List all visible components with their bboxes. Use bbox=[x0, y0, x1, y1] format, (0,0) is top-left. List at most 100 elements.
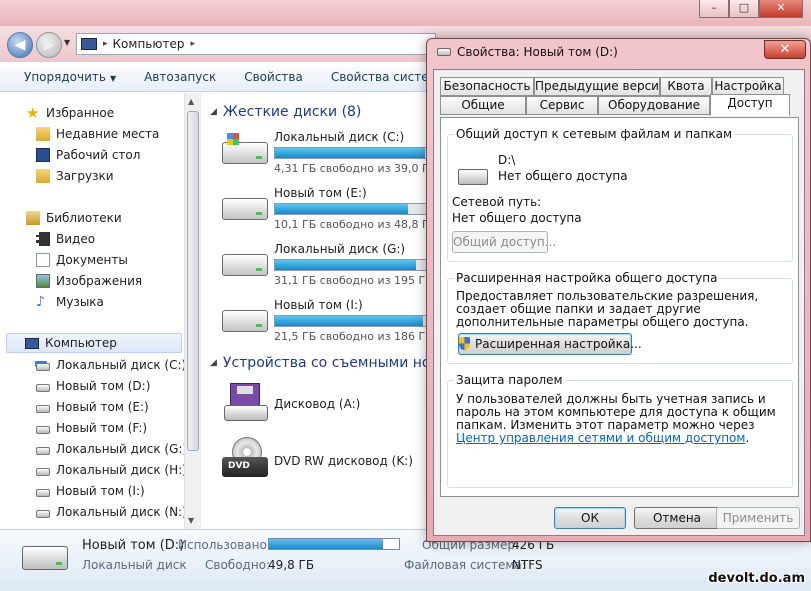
dvd-icon-label: DVD bbox=[228, 461, 250, 471]
tab-previous-versions[interactable]: Предыдущие версии bbox=[534, 77, 667, 96]
drive-tile-c[interactable]: Локальный диск (C:) 4,31 ГБ свободно из … bbox=[220, 130, 432, 182]
nav-drive-g[interactable]: Локальный диск (G:) bbox=[36, 439, 187, 459]
nav-drive-c[interactable]: Локальный диск (C:) bbox=[36, 355, 186, 375]
scroll-down-icon[interactable]: ▼ bbox=[188, 516, 194, 525]
nav-video[interactable]: Видео bbox=[36, 229, 95, 249]
nav-label: Изображения bbox=[56, 274, 143, 288]
nav-recent-places[interactable]: Недавние места bbox=[36, 124, 159, 144]
breadcrumb-computer[interactable]: Компьютер bbox=[113, 37, 185, 51]
nav-libraries[interactable]: Библиотеки bbox=[26, 208, 122, 228]
nav-drive-i[interactable]: Новый том (I:) bbox=[36, 481, 145, 501]
share-status: Нет общего доступа bbox=[498, 169, 628, 183]
organize-button[interactable]: Упорядочить ▼ bbox=[0, 70, 130, 84]
autoplay-button[interactable]: Автозапуск bbox=[130, 70, 230, 84]
drive-name: DVD RW дисковод (K:) bbox=[274, 454, 413, 468]
nav-label: Видео bbox=[56, 232, 96, 246]
address-input[interactable]: ▸ Компьютер ▸ bbox=[76, 33, 436, 55]
tab-sharing[interactable]: Доступ bbox=[710, 94, 790, 116]
minimize-button[interactable]: – bbox=[699, 0, 729, 18]
hdd-group-header[interactable]: ◢ Жесткие диски (8) bbox=[210, 104, 361, 120]
drive-usage-bar bbox=[274, 147, 432, 159]
removable-group-header[interactable]: ◢ Устройства со съемными нос bbox=[210, 355, 432, 371]
nav-documents[interactable]: Документы bbox=[36, 250, 128, 270]
drive-tile-i[interactable]: Новый том (I:) 21,5 ГБ свободно из 186 Г… bbox=[220, 298, 432, 350]
share-button[interactable]: Общий доступ... bbox=[452, 231, 556, 253]
scroll-up-icon[interactable]: ▲ bbox=[188, 97, 194, 106]
drive-icon bbox=[222, 310, 268, 332]
tab-quota[interactable]: Квота bbox=[660, 77, 712, 96]
network-path-value: Нет общего доступа bbox=[452, 211, 582, 225]
drive-tile-k[interactable]: DVD DVD RW дисковод (K:) bbox=[220, 437, 432, 489]
nav-music[interactable]: ♪ Музыка bbox=[36, 292, 104, 312]
nav-drive-d[interactable]: Новый том (D:) bbox=[36, 376, 150, 396]
nav-downloads[interactable]: Загрузки bbox=[36, 166, 114, 186]
drive-icon bbox=[36, 446, 50, 455]
details-fs-label: Файловая система: bbox=[404, 558, 526, 572]
cancel-button[interactable]: Отмена bbox=[634, 507, 720, 529]
drive-icon bbox=[222, 198, 268, 220]
history-dropdown-icon[interactable]: ▼ bbox=[64, 38, 70, 47]
nav-computer[interactable]: Компьютер bbox=[6, 333, 182, 353]
details-fs-value: NTFS bbox=[512, 558, 543, 572]
downloads-folder-icon bbox=[36, 169, 50, 183]
drive-tile-e[interactable]: Новый том (E:) 10,1 ГБ свободно из 48,8 … bbox=[220, 186, 432, 238]
picture-icon bbox=[36, 274, 50, 288]
nav-pictures[interactable]: Изображения bbox=[36, 271, 142, 291]
network-center-link[interactable]: Центр управления сетями и общим доступом bbox=[456, 431, 745, 445]
dialog-titlebar: Свойства: Новый том (D:) bbox=[437, 45, 618, 59]
details-usage-bar bbox=[268, 538, 400, 550]
nav-label: Новый том (D:) bbox=[56, 379, 151, 393]
breadcrumb-separator-icon[interactable]: ▸ bbox=[103, 39, 108, 49]
dialog-close-button[interactable]: ✕ bbox=[764, 40, 806, 59]
nav-desktop[interactable]: Рабочий стол bbox=[36, 145, 140, 165]
ok-button[interactable]: ОК bbox=[554, 507, 626, 529]
dialog-title: Свойства: Новый том (D:) bbox=[457, 45, 618, 59]
drive-icon bbox=[36, 425, 50, 434]
advanced-sharing-button[interactable]: Расширенная настройка... bbox=[458, 333, 642, 355]
nav-label: Новый том (E:) bbox=[56, 400, 149, 414]
system-drive-icon bbox=[222, 133, 268, 164]
computer-icon bbox=[25, 337, 39, 349]
drive-usage-bar bbox=[274, 315, 432, 327]
network-share-group: Общий доступ к сетевым файлам и папкам D… bbox=[447, 127, 793, 262]
drive-tile-a[interactable]: Дисковод (A:) bbox=[220, 383, 432, 435]
tab-hardware[interactable]: Оборудование bbox=[598, 96, 710, 115]
drive-name: Локальный диск (G:) bbox=[274, 242, 406, 256]
video-icon bbox=[36, 232, 50, 246]
library-icon bbox=[26, 211, 40, 225]
nav-drive-h[interactable]: Локальный диск (H:) bbox=[36, 460, 187, 480]
back-button[interactable]: ◀ bbox=[7, 32, 33, 58]
nav-drive-e[interactable]: Новый том (E:) bbox=[36, 397, 149, 417]
properties-button[interactable]: Свойства bbox=[230, 70, 317, 84]
nav-favorites[interactable]: ★ Избранное bbox=[26, 103, 114, 123]
apply-button[interactable]: Применить bbox=[716, 507, 800, 529]
tab-general[interactable]: Общие bbox=[440, 96, 526, 115]
description-tail: . bbox=[745, 431, 750, 445]
scroll-thumb[interactable] bbox=[187, 111, 199, 451]
collapse-triangle-icon[interactable]: ◢ bbox=[210, 358, 217, 368]
nav-label: Компьютер bbox=[45, 336, 117, 350]
breadcrumb-separator-icon[interactable]: ▸ bbox=[190, 39, 195, 49]
advanced-sharing-group: Расширенная настройка общего доступа Пре… bbox=[447, 271, 793, 364]
forward-button[interactable]: ▶ bbox=[36, 32, 62, 58]
button-label: Расширенная настройка... bbox=[475, 337, 642, 351]
close-button[interactable]: ✕ bbox=[759, 0, 803, 18]
tab-tools[interactable]: Сервис bbox=[526, 96, 598, 115]
dialog-body: Безопасность Предыдущие версии Квота Нас… bbox=[433, 69, 805, 536]
drive-name: Новый том (I:) bbox=[274, 298, 363, 312]
nav-label: Локальный диск (G:) bbox=[56, 442, 188, 456]
nav-drive-f[interactable]: Новый том (F:) bbox=[36, 418, 147, 438]
collapse-triangle-icon[interactable]: ◢ bbox=[210, 107, 217, 117]
computer-icon bbox=[81, 38, 97, 50]
drive-usage-fill bbox=[275, 204, 408, 214]
details-drive-name: Новый том (D:) bbox=[82, 538, 185, 553]
uac-shield-icon bbox=[459, 337, 470, 350]
nav-drive-n[interactable]: Локальный диск (N:) bbox=[36, 502, 187, 522]
details-used-label: Использовано: bbox=[178, 538, 271, 552]
maximize-button[interactable]: □ bbox=[729, 0, 759, 18]
nav-label: Музыка bbox=[56, 295, 104, 309]
nav-scrollbar[interactable]: ▲ ▼ bbox=[184, 93, 201, 529]
tab-security[interactable]: Безопасность bbox=[440, 77, 534, 96]
drive-tile-g[interactable]: Локальный диск (G:) 31,1 ГБ свободно из … bbox=[220, 242, 432, 294]
drive-name: Локальный диск (C:) bbox=[274, 130, 405, 144]
